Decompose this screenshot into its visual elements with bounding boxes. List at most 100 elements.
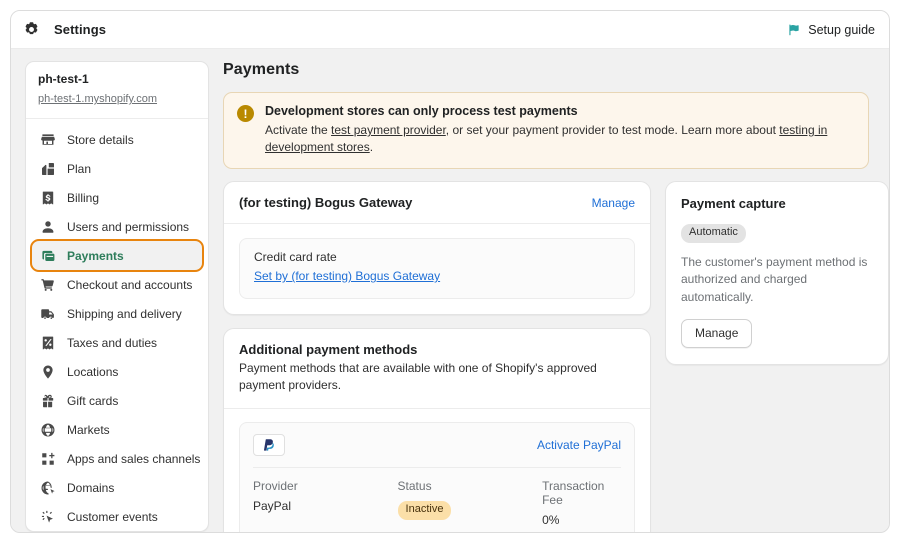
credit-card-rate-box: Credit card rate Set by (for testing) Bo… [239,238,635,300]
payment-capture-badge: Automatic [681,224,746,243]
top-bar-left: Settings [23,21,106,38]
payments-card-icon [40,248,56,264]
payment-capture-title: Payment capture [681,196,786,212]
warning-icon: ! [237,105,254,122]
main-content: Payments ! Development stores can only p… [209,49,889,532]
sidebar-item-label: Store details [67,132,134,147]
banner-text: Activate the test payment provider, or s… [265,122,855,156]
sidebar-item-label: Billing [67,190,100,205]
sidebar-container: ph-test-1 ph-test-1.myshopify.com Store … [11,49,209,532]
apps-icon [40,451,56,467]
sidebar-item-label: Apps and sales channels [67,451,201,466]
left-column: (for testing) Bogus Gateway Manage Credi… [223,181,651,532]
gateway-card-header: (for testing) Bogus Gateway Manage [224,182,650,225]
column-header-provider: Provider [253,479,298,494]
bogus-gateway-card: (for testing) Bogus Gateway Manage Credi… [223,181,651,316]
top-bar: Settings Setup guide [11,11,889,49]
sidebar-item-checkout-and-accounts[interactable]: Checkout and accounts [32,270,202,299]
credit-card-rate-label: Credit card rate [254,250,337,265]
sidebar-item-label: Shipping and delivery [67,306,182,321]
cart-icon [40,277,56,293]
sidebar-item-gift-cards[interactable]: Gift cards [32,386,202,415]
provider-value: PayPal [253,499,292,514]
gateway-manage-link[interactable]: Manage [592,196,635,210]
store-url-link[interactable]: ph-test-1.myshopify.com [38,93,157,105]
page-header-title: Settings [54,22,107,37]
provider-table: Provider PayPal Status Inactive Transact… [253,468,621,527]
truck-icon [40,306,56,322]
flag-icon [787,23,801,37]
sidebar-item-label: Markets [67,422,110,437]
settings-sidebar: ph-test-1 ph-test-1.myshopify.com Store … [25,61,209,532]
sidebar-item-taxes-and-duties[interactable]: Taxes and duties [32,328,202,357]
sidebar-item-label: Users and permissions [67,219,190,234]
globe-icon [40,422,56,438]
sidebar-item-apps-and-sales-channels[interactable]: Apps and sales channels [32,444,202,473]
sidebar-nav: Store details Plan Billing Users and permis… [26,119,208,531]
sidebar-item-label: Plan [67,161,92,176]
location-pin-icon [40,364,56,380]
taxes-icon [40,335,56,351]
sidebar-item-markets[interactable]: Markets [32,415,202,444]
user-icon [40,219,56,235]
apm-header: Additional payment methods Payment metho… [224,329,650,410]
payment-capture-manage-button[interactable]: Manage [681,318,753,348]
banner-text-before: Activate the [265,123,332,137]
banner-title: Development stores can only process test… [265,104,578,118]
setup-guide-button[interactable]: Setup guide [787,23,875,37]
sidebar-item-users-and-permissions[interactable]: Users and permissions [32,212,202,241]
sidebar-item-plan[interactable]: Plan [32,154,202,183]
credit-card-rate-link[interactable]: Set by (for testing) Bogus Gateway [254,269,440,283]
fee-column: Transaction Fee 0% [542,479,621,527]
setup-guide-label: Setup guide [808,22,875,37]
transaction-fee-value: 0% [542,513,560,528]
banner-content: Development stores can only process test… [265,104,855,156]
additional-payment-methods-card: Additional payment methods Payment metho… [223,328,651,532]
paypal-provider-row: Activate PayPal Provider PayPal Status I… [239,422,635,532]
sidebar-item-billing[interactable]: Billing [32,183,202,212]
right-column: Payment capture Automatic The customer's… [665,181,889,378]
sidebar-item-label: Customer events [67,509,158,524]
domains-globe-icon [40,480,56,496]
apm-body: Activate PayPal Provider PayPal Status I… [224,409,650,532]
activate-paypal-link[interactable]: Activate PayPal [537,438,621,452]
sidebar-item-label: Checkout and accounts [67,277,193,292]
sidebar-item-label: Gift cards [67,393,119,408]
sidebar-item-label: Locations [67,364,119,379]
gateway-card-body: Credit card rate Set by (for testing) Bo… [224,224,650,314]
billing-icon [40,190,56,206]
column-header-status: Status [397,479,432,494]
test-payment-provider-link[interactable]: test payment provider [331,123,446,137]
content-columns: (for testing) Bogus Gateway Manage Credi… [223,181,889,532]
cursor-click-icon [40,509,56,525]
development-store-banner: ! Development stores can only process te… [223,92,869,170]
plan-icon [40,161,56,177]
sidebar-item-label: Taxes and duties [67,335,158,350]
store-icon [40,132,56,148]
paypal-row-top: Activate PayPal [253,434,621,469]
apm-title: Additional payment methods [239,342,418,358]
sidebar-item-label: Payments [67,248,124,263]
settings-window: Settings Setup guide ph-test-1 ph-test-1… [10,10,890,533]
store-header: ph-test-1 ph-test-1.myshopify.com [26,62,208,119]
banner-text-middle: , or set your payment provider to test m… [445,123,780,137]
sidebar-item-shipping-and-delivery[interactable]: Shipping and delivery [32,299,202,328]
sidebar-item-payments[interactable]: Payments [30,239,204,272]
window-body: ph-test-1 ph-test-1.myshopify.com Store … [11,49,889,532]
payment-capture-card: Payment capture Automatic The customer's… [665,181,889,365]
paypal-logo-icon [253,434,285,457]
gift-icon [40,393,56,409]
gear-icon [23,21,40,38]
page-title: Payments [223,61,300,78]
sidebar-item-label: Domains [67,480,115,495]
banner-text-after: . [369,140,374,155]
sidebar-item-store-details[interactable]: Store details [32,125,202,154]
status-badge: Inactive [397,501,452,520]
column-header-transaction-fee: Transaction Fee [542,479,605,508]
store-name: ph-test-1 [38,72,89,86]
sidebar-item-domains[interactable]: Domains [32,473,202,502]
sidebar-item-customer-events[interactable]: Customer events [32,502,202,531]
payment-capture-description: The customer's payment method is authori… [681,254,868,304]
sidebar-item-locations[interactable]: Locations [32,357,202,386]
provider-column: Provider PayPal [253,479,398,527]
